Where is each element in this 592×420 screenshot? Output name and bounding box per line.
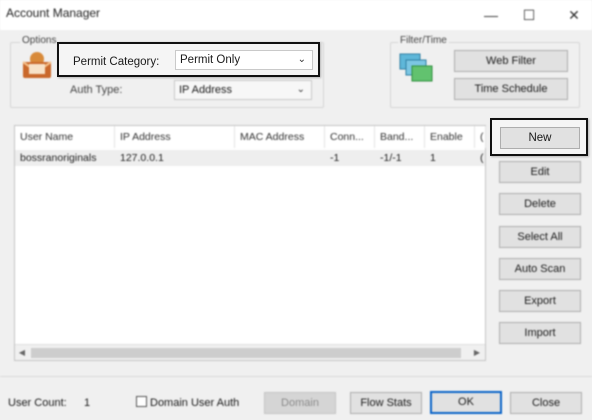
user-list[interactable]: User Name IP Address MAC Address Conn...… bbox=[14, 125, 486, 361]
cell-more: ( bbox=[480, 152, 484, 164]
options-group-label: Options bbox=[20, 35, 59, 46]
chevron-down-icon: ⌄ bbox=[296, 84, 305, 95]
filter-time-label: Filter/Time bbox=[398, 35, 449, 46]
delete-button[interactable]: Delete bbox=[499, 193, 581, 215]
window-title: Account Manager bbox=[6, 6, 101, 20]
column-header-user-name[interactable]: User Name bbox=[15, 126, 115, 148]
column-header-more[interactable]: ( bbox=[475, 126, 486, 148]
column-header-ip-address[interactable]: IP Address bbox=[115, 126, 235, 148]
table-row[interactable]: bossranoriginals 127.0.0.1 -1 -1/-1 1 ( bbox=[15, 150, 485, 166]
cell-connections: -1 bbox=[330, 152, 340, 164]
export-button[interactable]: Export bbox=[499, 290, 581, 312]
monitors-icon bbox=[398, 52, 434, 84]
scroll-left-icon[interactable]: ◀ bbox=[16, 348, 28, 358]
domain-button[interactable]: Domain bbox=[264, 392, 336, 414]
cell-enable: 1 bbox=[430, 152, 436, 164]
auth-type-value: IP Address bbox=[179, 84, 232, 96]
column-header-mac-address[interactable]: MAC Address bbox=[235, 126, 325, 148]
permit-category-row: Permit Category: Permit Only ⌄ bbox=[57, 42, 320, 77]
cell-bandwidth: -1/-1 bbox=[380, 152, 402, 164]
cell-ip-address: 127.0.0.1 bbox=[120, 152, 164, 164]
new-button[interactable]: New bbox=[500, 127, 580, 149]
maximize-button[interactable]: ☐ bbox=[518, 4, 540, 26]
scrollbar-thumb[interactable] bbox=[31, 348, 461, 358]
user-count-value: 1 bbox=[84, 397, 91, 409]
envelope-user-icon bbox=[20, 50, 54, 80]
auto-scan-button[interactable]: Auto Scan bbox=[499, 258, 581, 280]
column-header-bandwidth[interactable]: Band... bbox=[375, 126, 425, 148]
footer-divider bbox=[0, 376, 592, 377]
permit-category-value: Permit Only bbox=[180, 54, 241, 66]
time-schedule-button[interactable]: Time Schedule bbox=[454, 78, 568, 100]
web-filter-button[interactable]: Web Filter bbox=[454, 50, 568, 72]
auth-type-select[interactable]: IP Address ⌄ bbox=[174, 80, 312, 100]
domain-user-auth-checkbox[interactable] bbox=[136, 396, 147, 407]
domain-user-auth-label[interactable]: Domain User Auth bbox=[150, 397, 239, 409]
permit-category-select[interactable]: Permit Only ⌄ bbox=[175, 50, 313, 70]
import-button[interactable]: Import bbox=[499, 322, 581, 344]
flow-stats-button[interactable]: Flow Stats bbox=[350, 392, 422, 414]
edit-button[interactable]: Edit bbox=[499, 161, 581, 183]
select-all-button[interactable]: Select All bbox=[499, 226, 581, 248]
horizontal-scrollbar[interactable]: ◀ ▶ bbox=[15, 344, 485, 360]
ok-button[interactable]: OK bbox=[430, 391, 502, 414]
close-window-button[interactable]: ✕ bbox=[563, 4, 585, 26]
scroll-right-icon[interactable]: ▶ bbox=[471, 348, 483, 358]
cell-mac-address bbox=[235, 150, 325, 166]
minimize-button[interactable]: — bbox=[480, 4, 502, 26]
title-bar: Account Manager — ☐ ✕ bbox=[0, 0, 592, 30]
column-header-connections[interactable]: Conn... bbox=[325, 126, 375, 148]
cell-user-name: bossranoriginals bbox=[20, 152, 97, 164]
user-count-label: User Count: bbox=[8, 397, 67, 409]
close-button[interactable]: Close bbox=[510, 392, 582, 414]
auth-type-label: Auth Type: bbox=[70, 84, 123, 96]
chevron-down-icon: ⌄ bbox=[297, 54, 306, 65]
column-header-enable[interactable]: Enable bbox=[425, 126, 475, 148]
permit-category-label: Permit Category: bbox=[73, 56, 160, 68]
new-button-highlight: New bbox=[490, 118, 588, 156]
